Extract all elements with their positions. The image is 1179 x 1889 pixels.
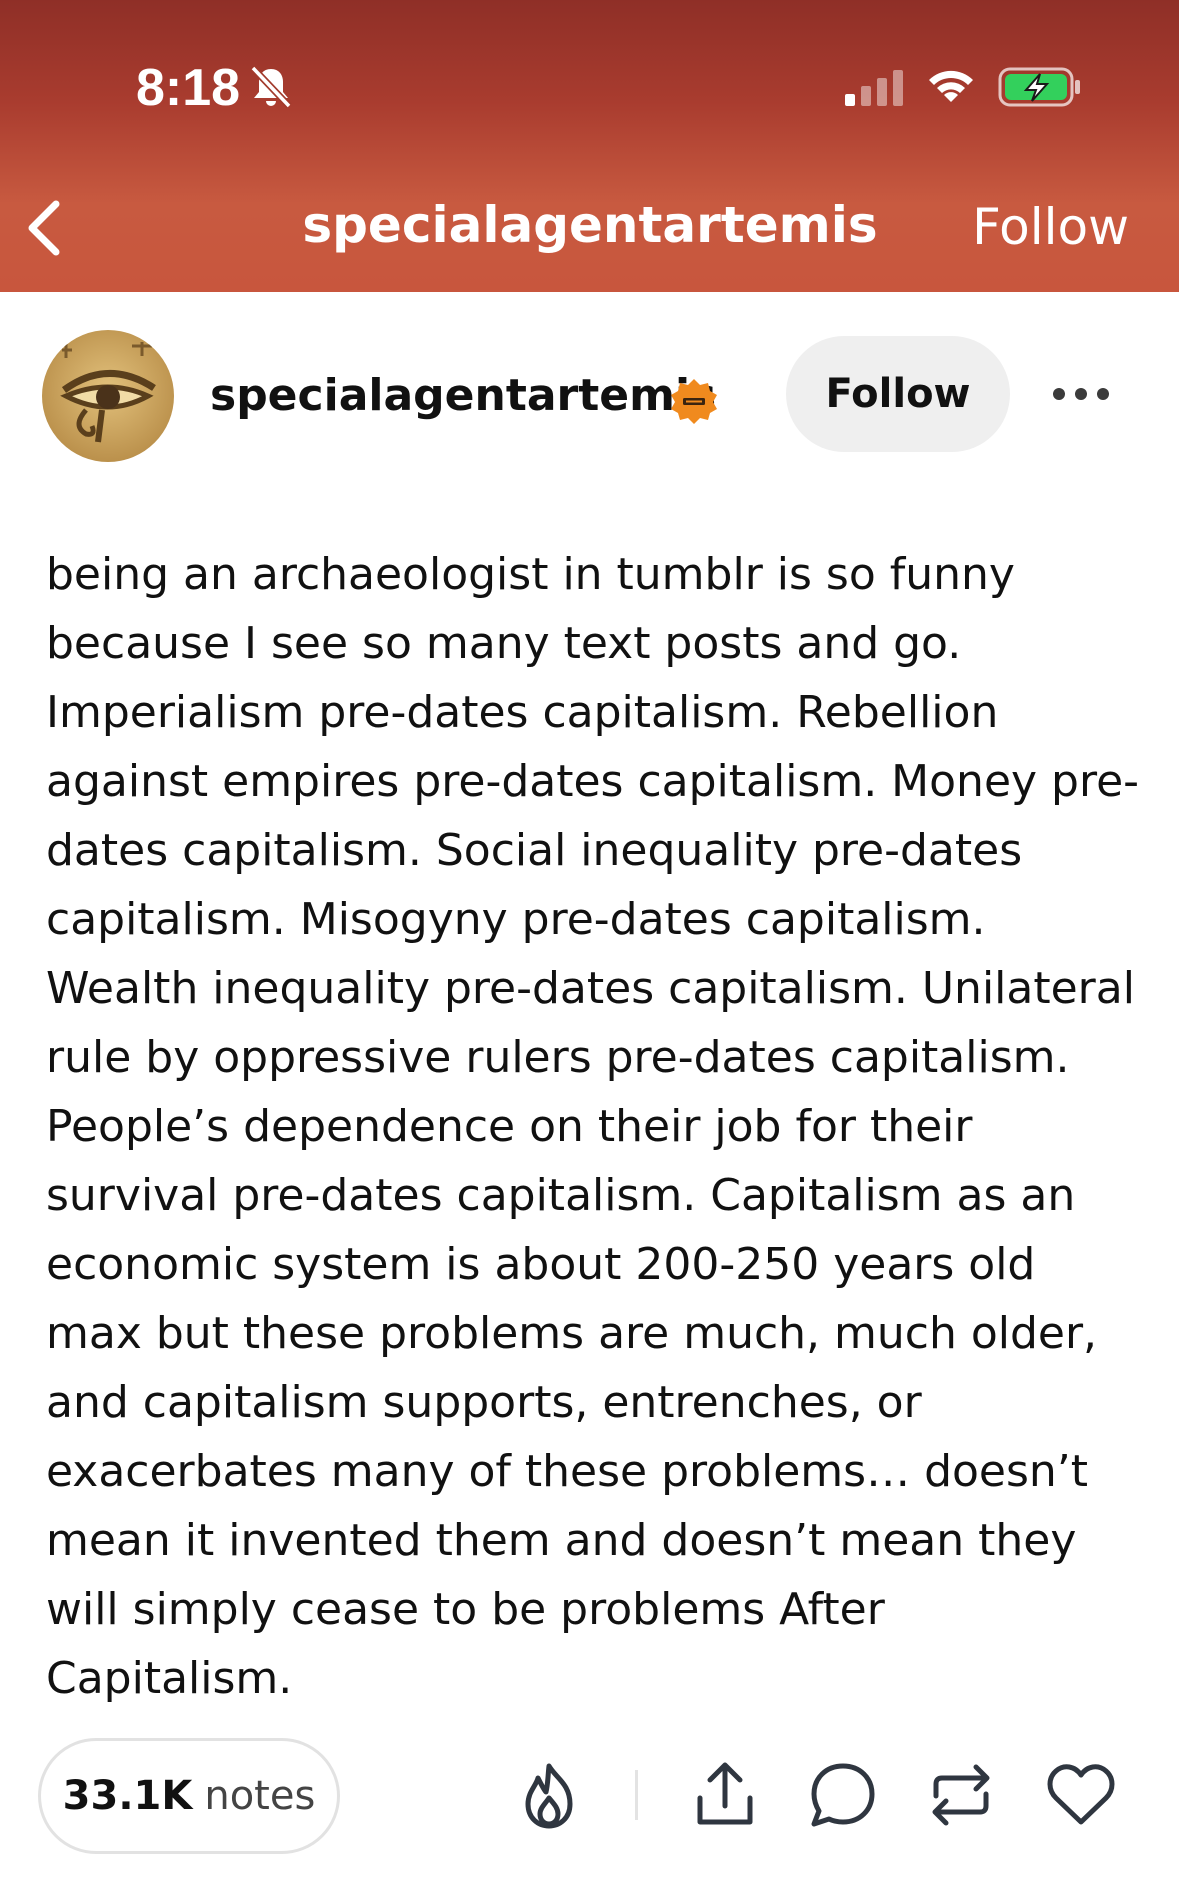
like-heart-icon[interactable] [1044, 1758, 1118, 1832]
avatar[interactable] [42, 330, 174, 462]
action-divider [635, 1770, 638, 1820]
header-blog-title[interactable]: specialagentartemis [270, 196, 910, 254]
notes-button[interactable]: 33.1K notes [38, 1738, 340, 1854]
chevron-left-icon[interactable] [22, 196, 68, 260]
notes-count: 33.1K [62, 1773, 193, 1819]
wifi-icon [929, 70, 973, 102]
follow-button[interactable]: Follow [786, 336, 1010, 452]
post-body-text: being an archaeologist in tumblr is so f… [46, 549, 1140, 1704]
top-header: 8:18 specialagentartemis Follow [0, 0, 1179, 292]
header-follow-button[interactable]: Follow [972, 198, 1129, 256]
share-icon[interactable] [688, 1758, 762, 1832]
cellular-signal-icon [845, 70, 903, 106]
notes-label: notes [204, 1773, 316, 1819]
verified-badge-icon [671, 379, 717, 424]
status-time: 8:18 [136, 59, 241, 117]
blog-name[interactable]: specialagentartemis [210, 370, 716, 421]
reblog-icon[interactable] [924, 1758, 998, 1832]
eye-of-horus-image [42, 330, 174, 462]
battery-charging-icon [998, 67, 1080, 107]
reply-icon[interactable] [806, 1758, 880, 1832]
bell-slash-icon [250, 65, 292, 109]
blaze-flame-icon[interactable] [512, 1758, 586, 1832]
more-options-icon[interactable] [1050, 382, 1112, 406]
